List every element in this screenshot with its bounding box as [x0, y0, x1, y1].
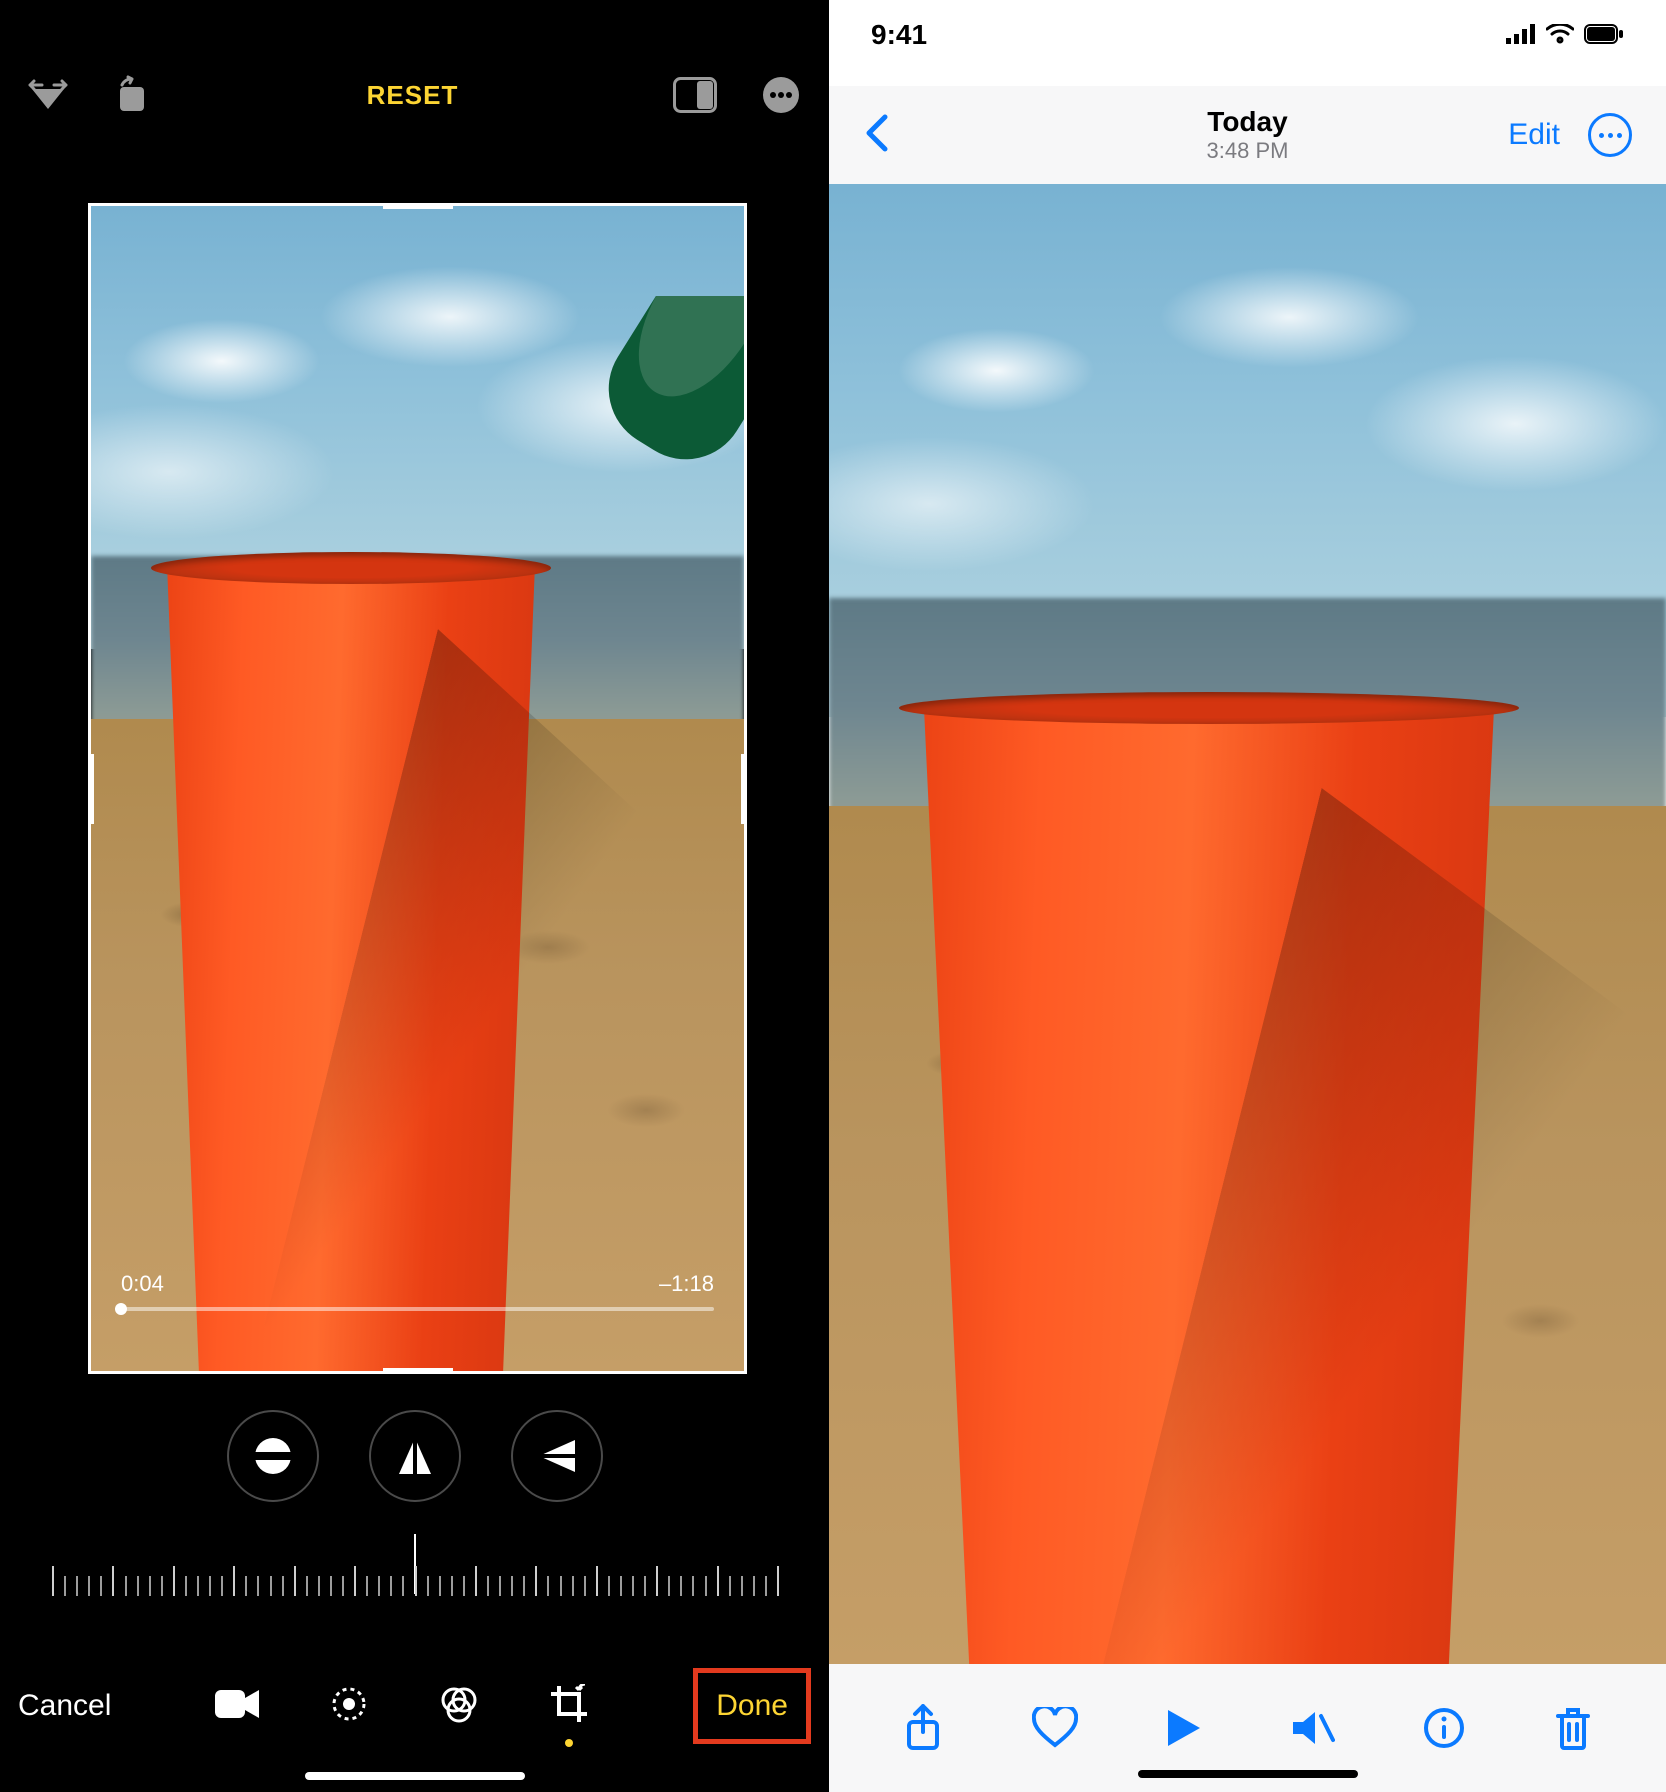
horizontal-perspective-button[interactable] — [511, 1410, 603, 1502]
info-button[interactable] — [1423, 1707, 1465, 1749]
delete-button[interactable] — [1554, 1706, 1592, 1750]
video-tab-icon[interactable] — [215, 1688, 259, 1725]
filters-tab-icon[interactable] — [439, 1684, 479, 1729]
back-button[interactable] — [863, 113, 889, 158]
reset-button[interactable]: RESET — [367, 80, 459, 111]
video-scrubber[interactable]: 0:04 –1:18 — [121, 1271, 714, 1311]
elapsed-time: 0:04 — [121, 1271, 164, 1297]
editor-bottom-bar: Cancel Done — [0, 1620, 829, 1792]
rotate-icon[interactable] — [112, 75, 152, 115]
nav-subtitle: 3:48 PM — [1207, 138, 1289, 164]
angle-ruler[interactable] — [52, 1548, 777, 1596]
photo-viewer[interactable] — [829, 184, 1666, 1664]
active-tool-indicator — [565, 1739, 573, 1747]
home-indicator[interactable] — [305, 1772, 525, 1780]
more-options-button[interactable] — [1588, 113, 1632, 157]
adjust-mode-row — [0, 1410, 829, 1502]
wifi-icon — [1546, 19, 1574, 51]
share-button[interactable] — [903, 1704, 943, 1752]
status-bar: 9:41 — [829, 0, 1666, 70]
edit-button[interactable]: Edit — [1508, 118, 1560, 152]
done-button[interactable]: Done — [716, 1689, 788, 1722]
status-time: 9:41 — [871, 19, 927, 51]
home-indicator[interactable] — [1138, 1770, 1358, 1778]
more-icon[interactable] — [761, 75, 801, 115]
crop-tab-icon[interactable] — [549, 1684, 589, 1729]
done-button-highlight: Done — [693, 1668, 811, 1744]
vertical-perspective-button[interactable] — [369, 1410, 461, 1502]
editor-pane: RESET 0:04 –1:18 — [0, 0, 829, 1792]
battery-icon — [1584, 19, 1624, 51]
play-button[interactable] — [1166, 1708, 1202, 1748]
viewer-pane: 9:41 Today 3:48 PM Edit — [829, 0, 1666, 1792]
cellular-icon — [1506, 19, 1536, 51]
cancel-button[interactable]: Cancel — [18, 1689, 111, 1723]
flip-horizontal-icon[interactable] — [28, 75, 68, 115]
crop-frame[interactable]: 0:04 –1:18 — [91, 206, 744, 1371]
aspect-ratio-icon[interactable] — [673, 77, 717, 113]
straighten-button[interactable] — [227, 1410, 319, 1502]
editor-top-bar: RESET — [0, 0, 829, 190]
remaining-time: –1:18 — [659, 1271, 714, 1297]
adjust-tab-icon[interactable] — [329, 1684, 369, 1729]
mute-button[interactable] — [1291, 1708, 1335, 1748]
nav-title: Today — [1207, 106, 1289, 138]
favorite-button[interactable] — [1032, 1707, 1078, 1749]
viewer-nav-bar: Today 3:48 PM Edit — [829, 86, 1666, 184]
